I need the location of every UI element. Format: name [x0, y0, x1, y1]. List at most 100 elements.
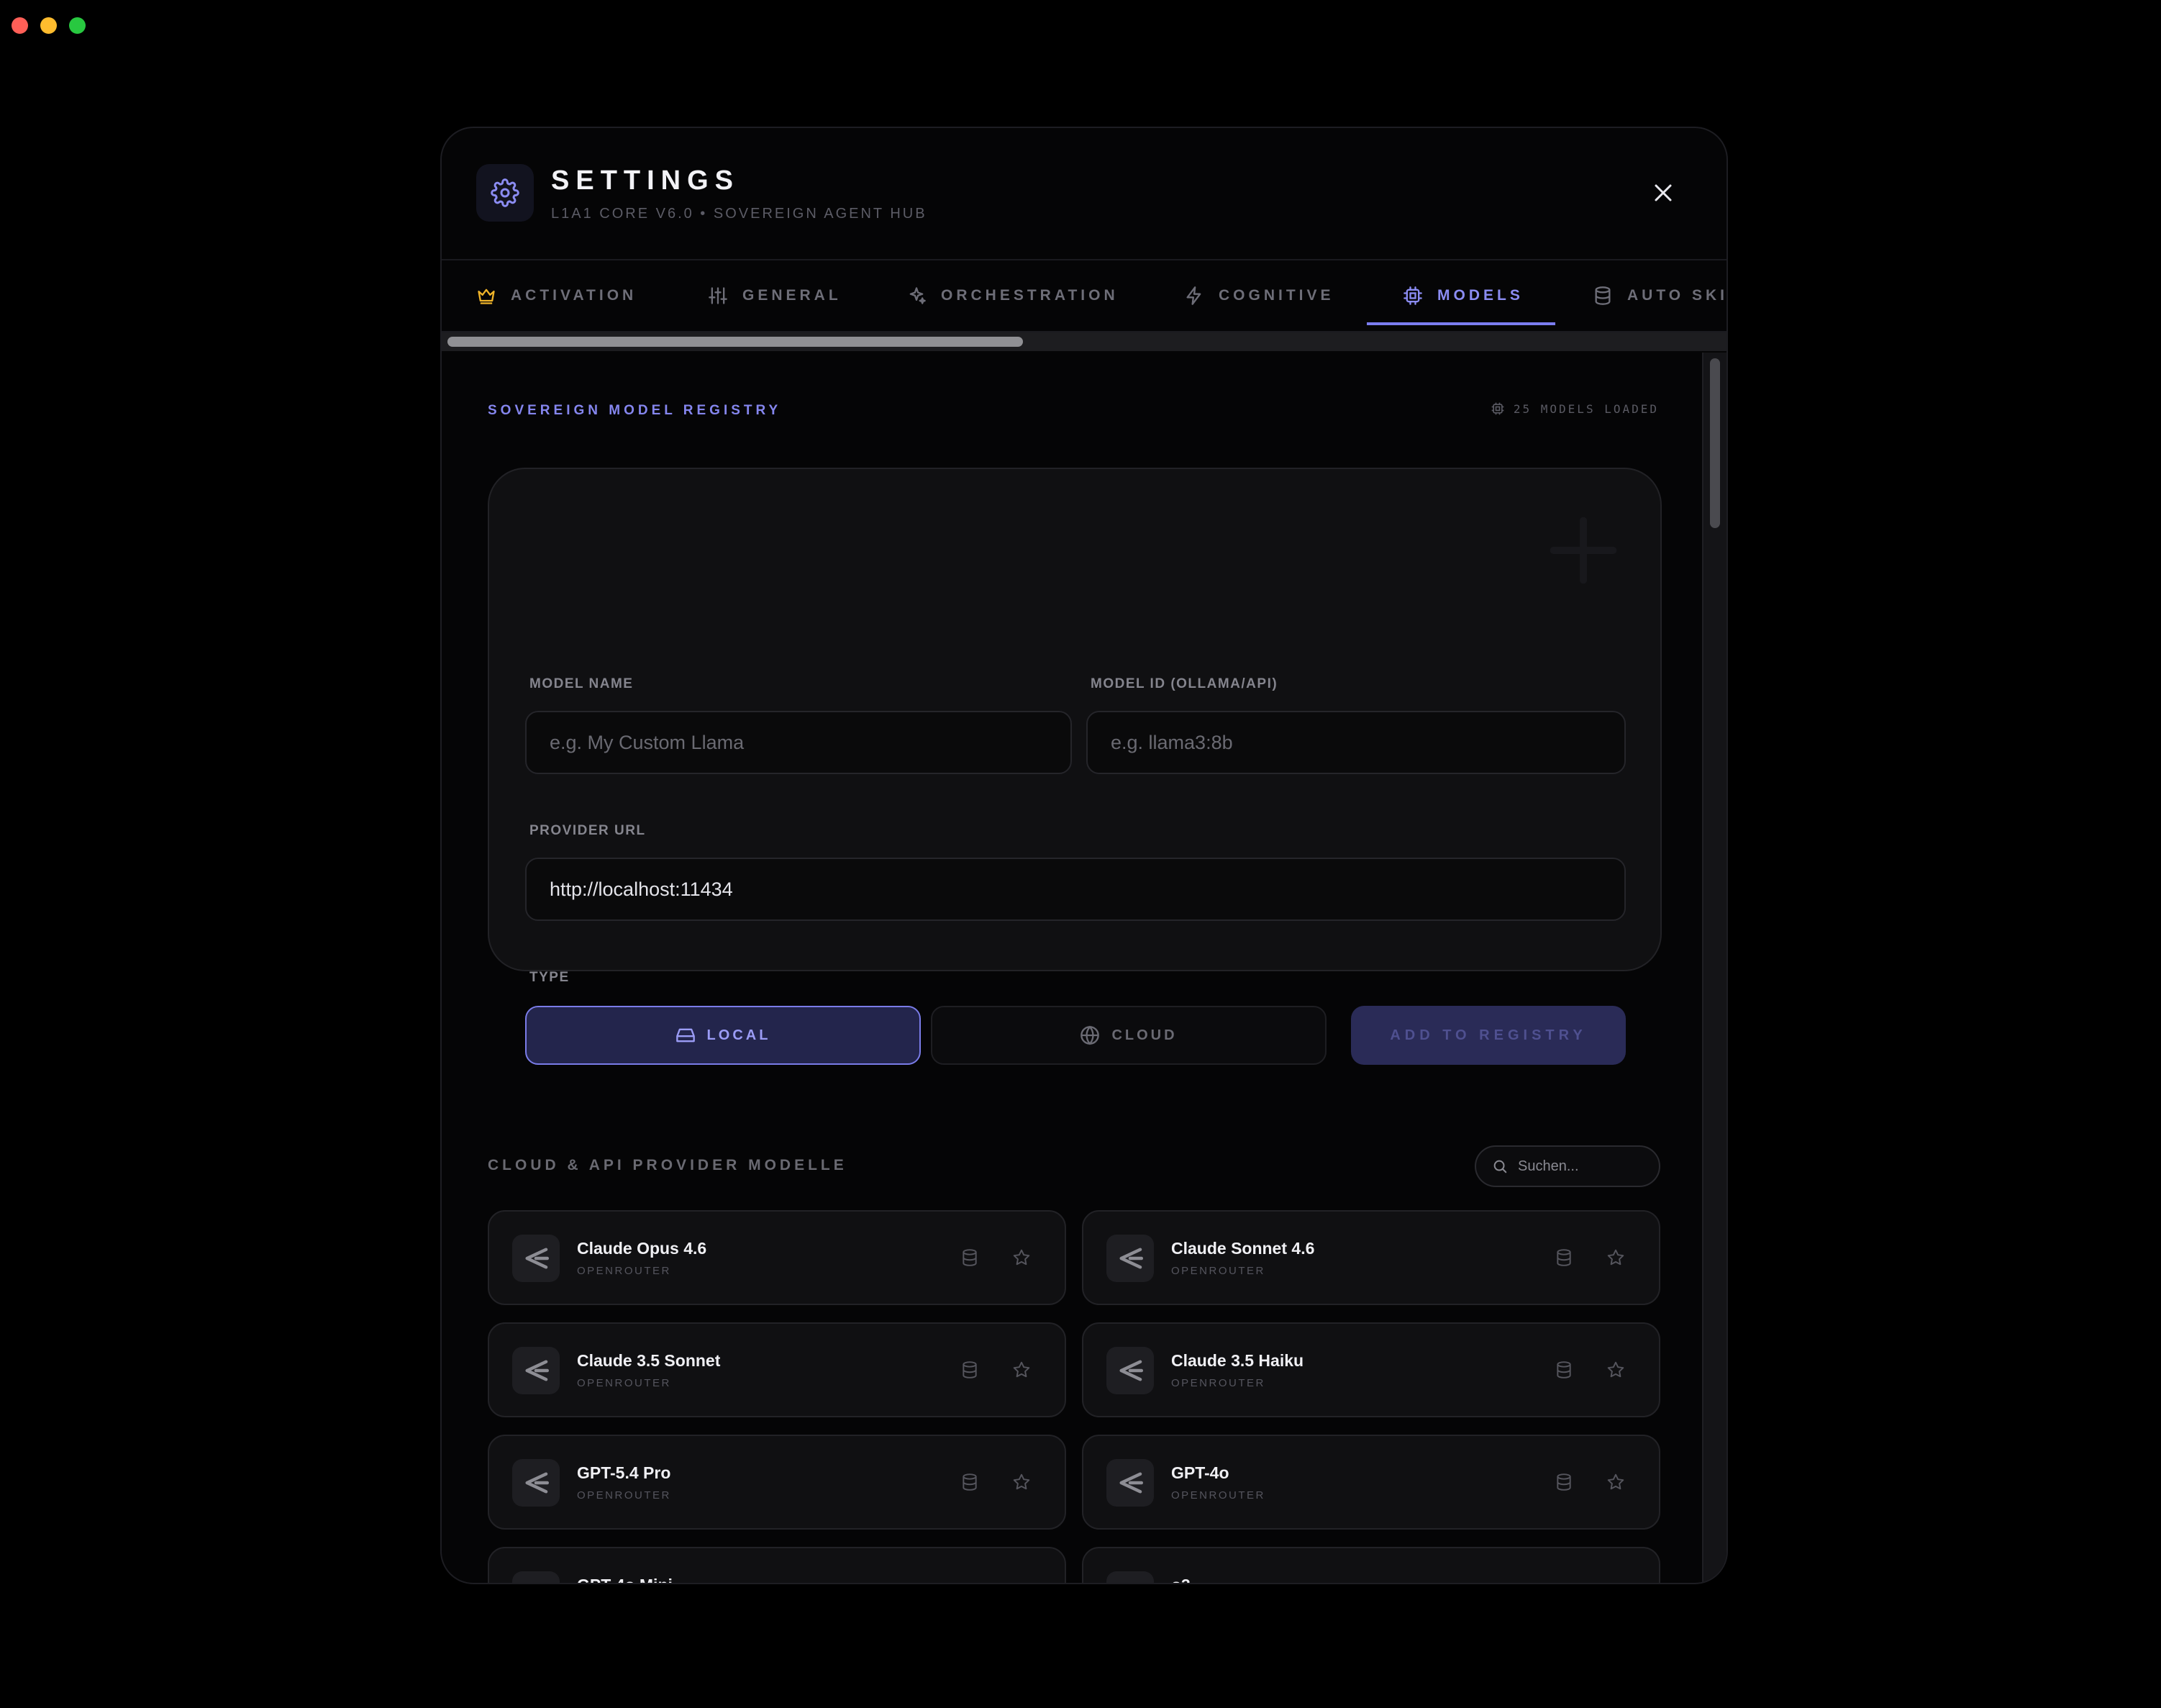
model-logo	[1106, 1235, 1154, 1282]
model-logo	[1106, 1571, 1154, 1584]
model-name: GPT-5.4 Pro	[577, 1463, 671, 1482]
cpu-icon	[1491, 402, 1504, 415]
tab-label: GENERAL	[742, 287, 842, 304]
model-database-button[interactable]	[1550, 1355, 1578, 1384]
models-loaded-count: 25 MODELS LOADED	[1491, 401, 1659, 416]
model-database-button[interactable]	[1550, 1468, 1578, 1496]
search-icon	[1493, 1160, 1507, 1173]
database-icon	[1557, 1473, 1571, 1491]
model-card[interactable]: Claude 3.5 Sonnet OPENROUTER	[488, 1322, 1066, 1417]
tab-cognitive[interactable]: COGNITIVE	[1184, 260, 1334, 331]
model-logo	[512, 1459, 560, 1507]
model-favorite-button[interactable]	[1007, 1580, 1036, 1583]
tabs-scrollbar[interactable]	[442, 332, 1726, 351]
search-placeholder: Suchen...	[1518, 1158, 1579, 1174]
tab-auto-skills[interactable]: AUTO SKI	[1593, 260, 1726, 331]
model-card[interactable]: Claude 3.5 Haiku OPENROUTER	[1082, 1322, 1660, 1417]
minimize-window-button[interactable]	[40, 17, 57, 34]
model-logo	[512, 1347, 560, 1394]
model-name-label: MODEL NAME	[529, 676, 634, 691]
model-name: Claude Opus 4.6	[577, 1239, 707, 1258]
settings-modal: SETTINGS L1A1 CORE V6.0 • SOVEREIGN AGEN…	[440, 127, 1728, 1584]
model-favorite-button[interactable]	[1601, 1580, 1630, 1583]
model-favorite-button[interactable]	[1007, 1243, 1036, 1272]
add-to-registry-button[interactable]: ADD TO REGISTRY	[1351, 1006, 1626, 1065]
model-logo	[1106, 1347, 1154, 1394]
tab-models[interactable]: MODELS	[1403, 260, 1524, 331]
close-window-button[interactable]	[12, 17, 28, 34]
provider-logo-icon	[1115, 1580, 1145, 1584]
model-favorite-button[interactable]	[1601, 1468, 1630, 1496]
tab-label: MODELS	[1437, 287, 1524, 304]
model-provider: OPENROUTER	[1171, 1265, 1265, 1277]
star-icon	[1607, 1249, 1624, 1266]
model-name: Claude 3.5 Haiku	[1171, 1351, 1304, 1370]
settings-tabs: ACTIVATION GENERAL ORCHESTRATION COGNITI…	[442, 260, 1726, 332]
model-database-button[interactable]	[955, 1243, 984, 1272]
close-button[interactable]	[1643, 173, 1683, 213]
model-card[interactable]: GPT-4o OPENROUTER	[1082, 1435, 1660, 1530]
tabs-scrollbar-thumb[interactable]	[447, 337, 1023, 347]
type-local-button[interactable]: LOCAL	[525, 1006, 921, 1065]
close-icon	[1655, 184, 1672, 201]
model-logo	[512, 1235, 560, 1282]
bolt-icon	[1186, 286, 1201, 305]
provider-url-input[interactable]: http://localhost:11434	[525, 858, 1626, 921]
crown-icon	[478, 289, 495, 304]
model-database-button[interactable]	[955, 1355, 984, 1384]
provider-logo-icon	[525, 1472, 550, 1494]
model-card[interactable]: o3OPENROUTER	[1082, 1547, 1660, 1584]
model-database-button[interactable]	[1550, 1243, 1578, 1272]
model-name: Claude Sonnet 4.6	[1171, 1239, 1315, 1258]
type-local-label: LOCAL	[706, 1027, 771, 1043]
database-icon	[963, 1473, 977, 1491]
model-logo	[1106, 1459, 1154, 1507]
model-id-label: MODEL ID (OLLAMA/API)	[1091, 676, 1278, 691]
database-icon	[963, 1361, 977, 1378]
model-favorite-button[interactable]	[1601, 1243, 1630, 1272]
gear-icon	[491, 178, 519, 207]
provider-url-label: PROVIDER URL	[529, 823, 646, 838]
type-cloud-label: CLOUD	[1111, 1027, 1178, 1043]
model-search-input[interactable]: Suchen...	[1475, 1145, 1660, 1187]
models-loaded-label: 25 MODELS LOADED	[1513, 401, 1659, 416]
star-icon	[1013, 1249, 1030, 1266]
model-card[interactable]: Claude Sonnet 4.6 OPENROUTER	[1082, 1210, 1660, 1305]
sparkles-icon	[909, 287, 926, 304]
model-database-button[interactable]	[955, 1468, 984, 1496]
model-id-input[interactable]: e.g. llama3:8b	[1086, 711, 1626, 774]
model-provider: OPENROUTER	[577, 1489, 671, 1502]
tab-activation[interactable]: ACTIVATION	[476, 260, 637, 331]
model-name: GPT-4o Mini	[577, 1576, 673, 1583]
star-icon	[1013, 1361, 1030, 1378]
content-scrollbar-thumb[interactable]	[1710, 358, 1720, 528]
content-scrollbar[interactable]	[1702, 353, 1726, 1583]
tab-label: COGNITIVE	[1219, 287, 1334, 304]
tab-label: ORCHESTRATION	[941, 287, 1119, 304]
active-tab-indicator	[1367, 322, 1555, 325]
page-subtitle: L1A1 CORE V6.0 • SOVEREIGN AGENT HUB	[551, 206, 927, 222]
model-card[interactable]: GPT-4o MiniOPENROUTER	[488, 1547, 1066, 1584]
type-label: TYPE	[529, 970, 570, 985]
tab-label: ACTIVATION	[511, 287, 637, 304]
settings-logo	[476, 164, 534, 222]
globe-icon	[1080, 1025, 1100, 1045]
type-cloud-button[interactable]: CLOUD	[931, 1006, 1327, 1065]
model-favorite-button[interactable]	[1601, 1355, 1630, 1384]
provider-logo-icon	[521, 1580, 551, 1584]
model-favorite-button[interactable]	[1007, 1355, 1036, 1384]
model-name: Claude 3.5 Sonnet	[577, 1351, 721, 1370]
model-name-input[interactable]: e.g. My Custom Llama	[525, 711, 1072, 774]
model-database-button[interactable]	[1550, 1580, 1578, 1583]
model-card[interactable]: Claude Opus 4.6 OPENROUTER	[488, 1210, 1066, 1305]
tab-label: AUTO SKI	[1627, 287, 1726, 304]
maximize-window-button[interactable]	[69, 17, 86, 34]
tab-orchestration[interactable]: ORCHESTRATION	[906, 260, 1119, 331]
model-card[interactable]: GPT-5.4 Pro OPENROUTER	[488, 1435, 1066, 1530]
star-icon	[1607, 1473, 1624, 1490]
model-favorite-button[interactable]	[1007, 1468, 1036, 1496]
modal-header: SETTINGS L1A1 CORE V6.0 • SOVEREIGN AGEN…	[442, 128, 1726, 260]
tab-general[interactable]: GENERAL	[708, 260, 842, 331]
cpu-icon	[1403, 286, 1422, 305]
model-database-button[interactable]	[955, 1580, 984, 1583]
